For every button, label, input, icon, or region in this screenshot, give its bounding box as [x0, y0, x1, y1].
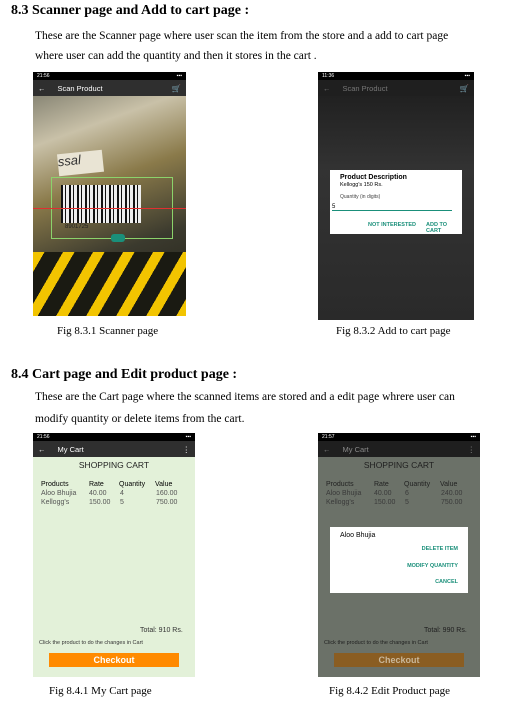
- package-label: ssal: [56, 149, 105, 177]
- app-title: Scan Product: [57, 83, 103, 93]
- edit-product-screenshot: 21:57 ▪▪▪ ← My Cart ⋮ SHOPPING CART Produ…: [318, 433, 480, 677]
- header-quantity: Quantity: [119, 481, 146, 488]
- product-dialog: Product Description Kellogg's 150 Rs. Qu…: [330, 170, 462, 234]
- overflow-menu-icon[interactable]: ⋮: [183, 445, 191, 454]
- overflow-menu-icon[interactable]: ⋮: [468, 445, 476, 454]
- header-products: Products: [41, 481, 69, 488]
- header-rate: Rate: [374, 481, 389, 488]
- checkout-button[interactable]: Checkout: [49, 653, 179, 667]
- status-bar: 21:56 ▪▪▪: [33, 433, 195, 441]
- scanner-screenshot: 21:56 ▪▪▪ ← Scan Product 🛒 ssal 8901725: [33, 72, 186, 316]
- fig-8-3-1-caption: Fig 8.3.1 Scanner page: [57, 325, 159, 337]
- quantity-label: Quantity (in digits): [340, 194, 381, 200]
- shopping-cart-heading: SHOPPING CART: [78, 460, 150, 470]
- checkout-button[interactable]: Checkout: [334, 653, 464, 667]
- status-bar: 21:56 ▪▪▪: [33, 72, 186, 80]
- back-arrow-icon[interactable]: ←: [38, 445, 46, 454]
- status-bar: 11:36 ▪▪▪: [318, 72, 474, 80]
- barcode-image: [61, 185, 141, 223]
- not-interested-button[interactable]: NOT INTERESTED: [368, 222, 416, 228]
- section-8-3-heading: 8.3 Scanner page and Add to cart page :: [11, 3, 250, 18]
- section-8-3-para-line2: where user can add the quantity and then…: [35, 50, 317, 62]
- header-quantity: Quantity: [404, 481, 431, 488]
- cart-total: Total: 910 Rs.: [140, 627, 183, 634]
- cart-hint: Click the product to do the changes in C…: [324, 640, 428, 646]
- app-title: My Cart: [57, 444, 84, 454]
- edit-item-dialog: Aloo Bhujia DELETE ITEM MODIFY QUANTITY …: [330, 527, 468, 593]
- fig-8-4-2-caption: Fig 8.4.2 Edit Product page: [329, 685, 450, 697]
- back-arrow-icon[interactable]: ←: [323, 84, 331, 93]
- section-8-4-para-line1: These are the Cart page where the scanne…: [35, 391, 455, 403]
- back-arrow-icon[interactable]: ←: [38, 84, 46, 93]
- add-to-cart-screenshot: 11:36 ▪▪▪ ← Scan Product 🛒 Product Descri…: [318, 72, 474, 320]
- quantity-input[interactable]: 5: [332, 204, 452, 211]
- cart-hint: Click the product to do the changes in C…: [39, 640, 143, 646]
- add-to-cart-button[interactable]: ADD TO CART: [426, 222, 462, 234]
- status-bar: 21:57 ▪▪▪: [318, 433, 480, 441]
- back-arrow-icon[interactable]: ←: [323, 445, 331, 454]
- cancel-button[interactable]: CANCEL: [435, 579, 458, 585]
- app-bar: ← Scan Product 🛒: [318, 80, 474, 96]
- modify-quantity-button[interactable]: MODIFY QUANTITY: [407, 563, 458, 569]
- section-8-4-para-line2: modify quantity or delete items from the…: [35, 413, 245, 425]
- app-title: Scan Product: [342, 83, 388, 93]
- my-cart-screenshot: 21:56 ▪▪▪ ← My Cart ⋮ SHOPPING CART Produ…: [33, 433, 195, 677]
- cart-total: Total: 990 Rs.: [424, 627, 467, 634]
- header-value: Value: [155, 481, 173, 488]
- scan-laser-line: [33, 208, 186, 209]
- header-rate: Rate: [89, 481, 104, 488]
- cart-icon[interactable]: 🛒: [460, 84, 469, 93]
- cart-icon[interactable]: 🛒: [172, 84, 181, 93]
- product-info: Kellogg's 150 Rs.: [340, 182, 383, 188]
- app-bar: ← My Cart ⋮: [33, 441, 195, 457]
- app-bar: ← My Cart ⋮: [318, 441, 480, 457]
- delete-item-button[interactable]: DELETE ITEM: [422, 546, 458, 552]
- app-title: My Cart: [342, 444, 369, 454]
- header-products: Products: [326, 481, 354, 488]
- section-8-4-heading: 8.4 Cart page and Edit product page :: [11, 367, 238, 382]
- fig-8-4-1-caption: Fig 8.4.1 My Cart page: [49, 685, 152, 697]
- package-pattern: [33, 252, 186, 316]
- dialog-title: Product Description: [340, 174, 407, 181]
- scan-indicator: [111, 234, 125, 242]
- fig-8-3-2-caption: Fig 8.3.2 Add to cart page: [336, 325, 451, 337]
- app-bar: ← Scan Product 🛒: [33, 80, 186, 96]
- dialog-title: Aloo Bhujia: [340, 532, 376, 539]
- header-value: Value: [440, 481, 458, 488]
- barcode-number: 8901725: [65, 224, 89, 230]
- shopping-cart-heading: SHOPPING CART: [363, 460, 435, 470]
